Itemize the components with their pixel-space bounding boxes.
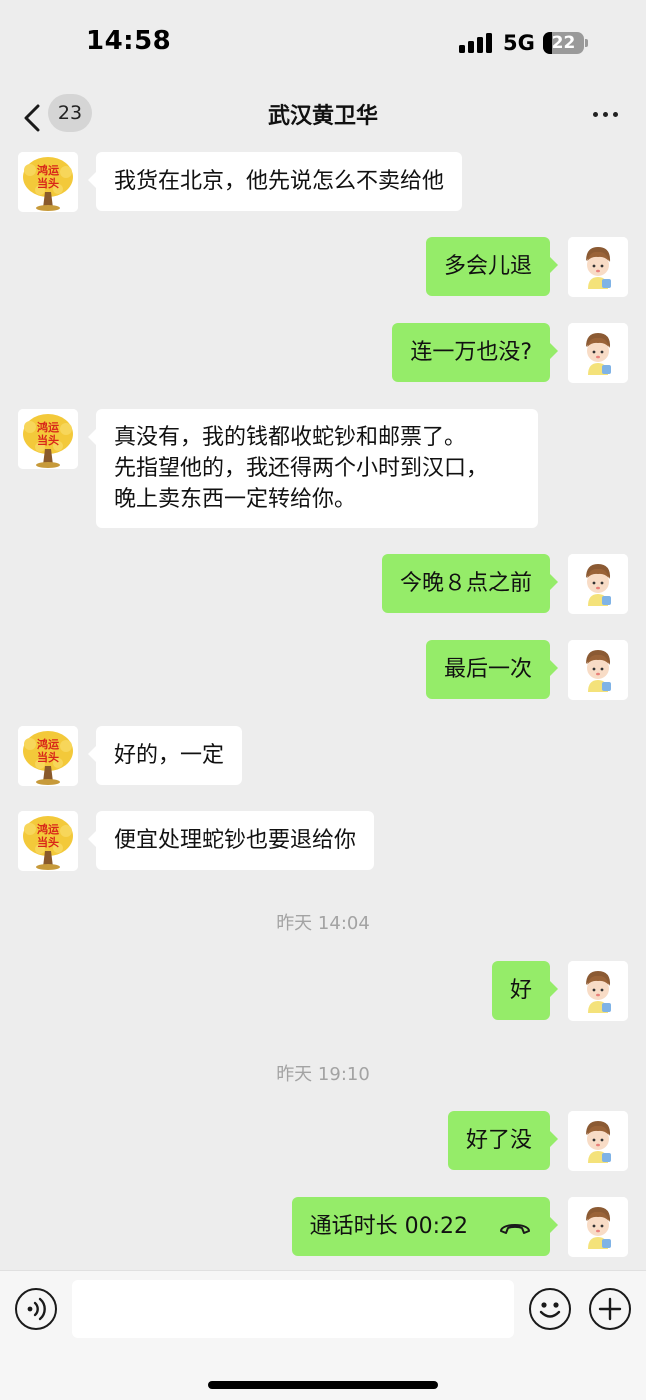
message-list[interactable]: 鸿运 当头 我货在北京，他先说怎么不卖给他 多会儿退 连一万也没? 鸿运 当头 …	[0, 148, 646, 1270]
svg-text:当头: 当头	[37, 176, 59, 190]
svg-text:鸿运: 鸿运	[37, 737, 59, 751]
battery-level: 22	[551, 33, 576, 53]
message-text: 连一万也没?	[410, 340, 532, 365]
message-text: 便宜处理蛇钞也要退给你	[114, 828, 357, 853]
contact-avatar[interactable]: 鸿运 当头	[18, 409, 78, 469]
emoji-icon[interactable]	[529, 1288, 571, 1330]
my-avatar[interactable]	[568, 961, 628, 1021]
my-avatar[interactable]	[568, 640, 628, 700]
message-text: 好	[509, 978, 532, 1003]
message-text: 今晚８点之前	[399, 571, 532, 596]
my-avatar[interactable]	[568, 554, 628, 614]
contact-avatar[interactable]: 鸿运 当头	[18, 152, 78, 212]
message-text-line: 真没有，我的钱都收蛇钞和邮票了。	[114, 425, 467, 450]
message-bubble-incoming[interactable]: 真没有，我的钱都收蛇钞和邮票了。 先指望他的，我还得两个小时到汉口， 晚上卖东西…	[88, 409, 538, 528]
svg-text:当头: 当头	[37, 433, 59, 447]
plus-icon[interactable]	[589, 1288, 631, 1330]
message-bubble-incoming[interactable]: 便宜处理蛇钞也要退给你	[87, 811, 375, 870]
my-avatar[interactable]	[568, 237, 628, 297]
message-text: 多会儿退	[443, 254, 532, 279]
message-bubble-outgoing[interactable]: 连一万也没?	[392, 323, 558, 382]
call-record-bubble[interactable]: 通话时长 00:22	[291, 1197, 559, 1256]
battery-icon: 22	[543, 32, 588, 54]
message-input[interactable]	[72, 1280, 514, 1338]
signal-icon	[459, 33, 493, 53]
my-avatar[interactable]	[568, 1111, 628, 1171]
network-label: 5G	[503, 31, 535, 55]
chat-header: 23 武汉黄卫华	[0, 88, 646, 148]
message-bubble-outgoing[interactable]: 好了没	[447, 1111, 559, 1170]
message-bubble-outgoing[interactable]: 最后一次	[425, 640, 559, 699]
message-text: 我货在北京，他先说怎么不卖给他	[114, 169, 445, 194]
contact-avatar[interactable]: 鸿运 当头	[18, 811, 78, 871]
svg-text:当头: 当头	[37, 750, 59, 764]
status-bar: 14:58 5G 22	[0, 0, 646, 88]
message-text-line: 晚上卖东西一定转给你。	[114, 487, 357, 512]
message-bubble-outgoing[interactable]: 多会儿退	[425, 237, 559, 296]
message-bubble-outgoing[interactable]: 今晚８点之前	[381, 554, 559, 613]
message-text: 最后一次	[443, 657, 532, 682]
svg-text:鸿运: 鸿运	[37, 163, 59, 177]
svg-text:当头: 当头	[37, 835, 59, 849]
phone-icon	[500, 1223, 530, 1234]
svg-text:鸿运: 鸿运	[37, 822, 59, 836]
message-text-line: 先指望他的，我还得两个小时到汉口，	[114, 456, 489, 481]
my-avatar[interactable]	[568, 323, 628, 383]
more-dots-icon[interactable]	[590, 102, 622, 126]
svg-text:鸿运: 鸿运	[37, 420, 59, 434]
my-avatar[interactable]	[568, 1197, 628, 1257]
input-bar	[0, 1270, 646, 1400]
call-duration-text: 通话时长 00:22	[309, 1214, 468, 1239]
message-bubble-outgoing[interactable]: 好	[491, 961, 559, 1020]
status-time: 14:58	[86, 26, 172, 56]
voice-icon[interactable]	[15, 1288, 57, 1330]
contact-avatar[interactable]: 鸿运 当头	[18, 726, 78, 786]
chat-title: 武汉黄卫华	[267, 104, 378, 129]
message-bubble-incoming[interactable]: 我货在北京，他先说怎么不卖给他	[87, 152, 463, 211]
message-text: 好的，一定	[114, 743, 225, 768]
timestamp: 昨天 14:04	[276, 913, 370, 934]
message-text: 好了没	[465, 1128, 532, 1153]
home-indicator	[208, 1381, 438, 1389]
message-bubble-incoming[interactable]: 好的，一定	[87, 726, 243, 785]
timestamp: 昨天 19:10	[276, 1064, 370, 1085]
